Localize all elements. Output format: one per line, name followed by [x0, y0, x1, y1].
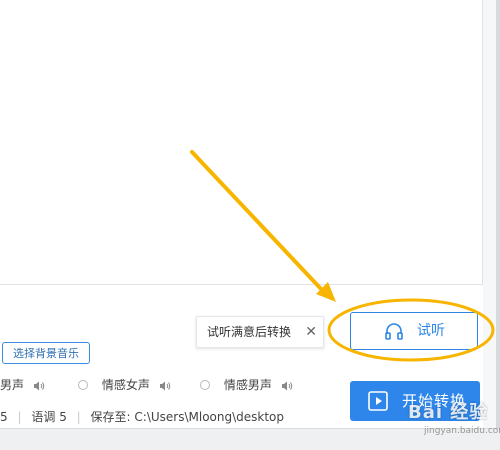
- select-bgm-button[interactable]: 选择背景音乐: [2, 342, 90, 364]
- divider: |: [17, 410, 22, 424]
- tooltip-text: 试听满意后转换: [207, 325, 292, 339]
- voice-label: 情感女声: [101, 378, 150, 392]
- voice-label: 情感男声: [223, 378, 272, 392]
- divider: |: [76, 410, 81, 424]
- close-icon[interactable]: ✕: [305, 317, 317, 347]
- tone-value: 5: [59, 410, 67, 424]
- play-icon: [368, 391, 388, 411]
- speaker-icon[interactable]: [33, 381, 45, 391]
- voice-label: 男声: [0, 378, 25, 392]
- voice-option-emotional-male[interactable]: 情感男声: [200, 376, 293, 394]
- headphones-icon: [385, 323, 403, 340]
- speaker-icon[interactable]: [159, 381, 171, 391]
- speed-value: 5: [0, 410, 8, 424]
- desktop-background: [0, 428, 500, 450]
- preview-hint-tooltip: 试听满意后转换 ✕: [196, 316, 324, 348]
- status-bar: 5 | 语调 5 | 保存至: C:\Users\Mloong\desktop: [0, 407, 284, 427]
- preview-button[interactable]: 试听: [350, 312, 478, 350]
- preview-label: 试听: [417, 323, 445, 339]
- voice-option-emotional-female[interactable]: 情感女声: [78, 376, 171, 394]
- tone-label: 语调: [31, 410, 56, 424]
- save-path-link[interactable]: C:\Users\Mloong\desktop: [134, 410, 284, 424]
- voice-option-male[interactable]: 男声: [0, 376, 45, 394]
- text-input-area[interactable]: [0, 0, 483, 285]
- app-window: 选择背景音乐 试听满意后转换 ✕ 试听 男声 情感女声 情感男声 5 | 语调 …: [0, 0, 500, 450]
- save-label: 保存至:: [90, 410, 131, 424]
- radio-button[interactable]: [200, 380, 210, 390]
- window-border: [496, 0, 500, 450]
- speaker-icon[interactable]: [281, 381, 293, 391]
- annotation-arrow-head: [316, 282, 336, 302]
- start-convert-button[interactable]: 开始转换: [350, 381, 480, 421]
- start-convert-label: 开始转换: [402, 392, 467, 410]
- radio-button[interactable]: [78, 380, 88, 390]
